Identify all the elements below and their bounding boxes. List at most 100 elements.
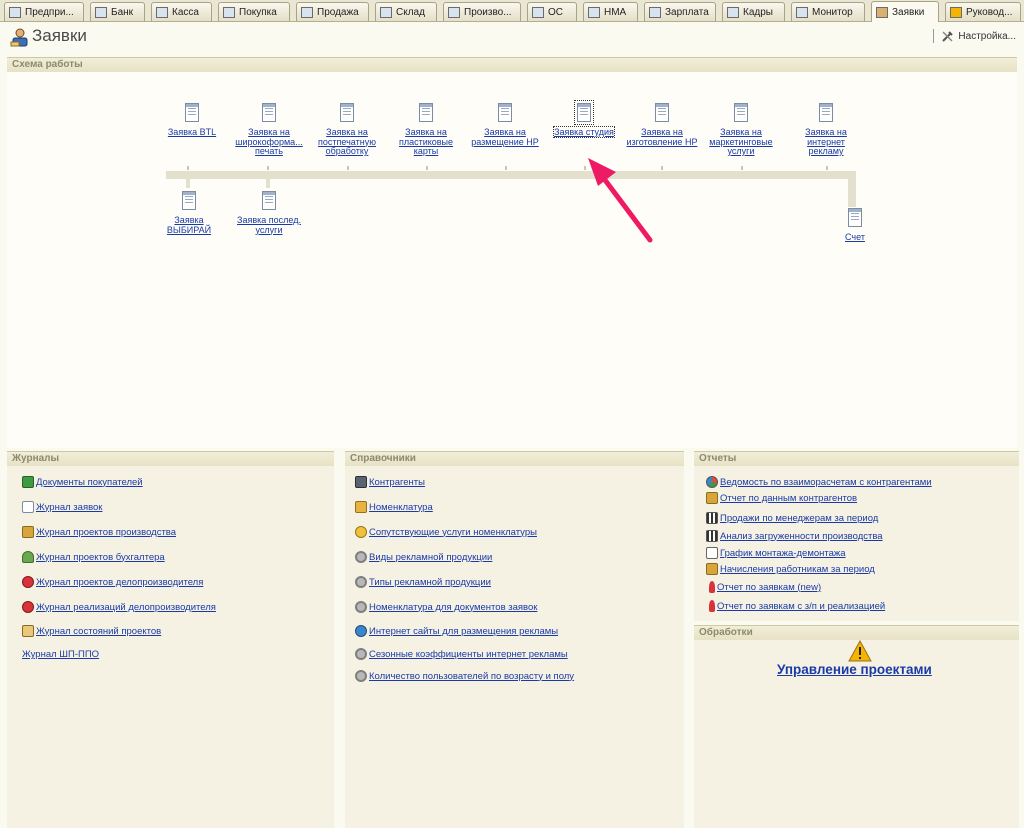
warning-icon	[848, 640, 872, 662]
document-icon	[419, 103, 433, 122]
tab-warehouse[interactable]: Склад	[375, 2, 437, 21]
warning-icon	[950, 6, 962, 18]
reference-item-ad-sites[interactable]: Интернет сайты для размещения рекламы	[355, 625, 558, 637]
settings-button[interactable]: Настройка...	[933, 29, 1016, 43]
gear-icon	[355, 551, 367, 563]
scheme-node-followup[interactable]: Заявка послед. услуги	[233, 191, 305, 235]
intangible-assets-icon	[588, 6, 600, 18]
flow-tick	[347, 166, 349, 170]
reference-item-request-nomenclature[interactable]: Номенклатура для документов заявок	[355, 601, 537, 613]
project-management-link[interactable]: Управление проектами	[777, 662, 932, 677]
gear-icon	[355, 601, 367, 613]
red-figure-icon	[22, 576, 34, 588]
tab-requests[interactable]: Заявки	[871, 1, 939, 22]
reports-panel-title: Отчеты	[694, 451, 1019, 466]
gear-icon	[355, 576, 367, 588]
references-panel	[345, 466, 684, 828]
report-item-counterparty-data[interactable]: Отчет по данным контрагентов	[706, 492, 857, 504]
scheme-node-internet-ads[interactable]: Заявка на интернет рекламу	[790, 103, 862, 157]
globe-icon	[355, 625, 367, 637]
scheme-node-placement[interactable]: Заявка на размещение НР	[469, 103, 541, 147]
document-icon	[262, 191, 276, 210]
warning-icon	[709, 581, 715, 593]
warehouse-icon	[380, 6, 392, 18]
flow-line-down	[848, 171, 856, 207]
scheme-node-plastic-cards[interactable]: Заявка на пластиковые карты	[390, 103, 462, 157]
box-icon	[355, 501, 367, 513]
tab-enterprise[interactable]: Предпри...	[4, 2, 84, 21]
pie-icon	[706, 476, 718, 488]
report-item-requests-new[interactable]: Отчет по заявкам (new)	[709, 581, 821, 593]
report-item-production-load[interactable]: Анализ загруженности производства	[706, 530, 883, 542]
scheme-node-manufacturing[interactable]: Заявка на изготовление НР	[626, 103, 698, 147]
flow-tick	[661, 166, 663, 170]
scheme-node-marketing[interactable]: Заявка на маркетинговые услуги	[705, 103, 777, 157]
scheme-node-vybirai[interactable]: Заявка ВЫБИРАЙ	[153, 191, 225, 235]
document-icon	[819, 103, 833, 122]
folder-icon	[706, 563, 718, 575]
flow-tick	[426, 166, 428, 170]
references-panel-title: Справочники	[345, 451, 684, 466]
reference-item-users-by-age[interactable]: Количество пользователей по возрасту и п…	[355, 670, 574, 682]
enterprise-icon	[9, 6, 21, 18]
report-item-settlements[interactable]: Ведомость по взаиморасчетам с контрагент…	[706, 476, 932, 488]
document-icon	[848, 208, 862, 227]
document-icon	[498, 103, 512, 122]
scheme-node-post-print[interactable]: Заявка на постпечатную обработку	[311, 103, 383, 157]
scheme-node-invoice[interactable]: Счет	[819, 208, 891, 243]
folder-icon	[22, 526, 34, 538]
tab-cash[interactable]: Касса	[151, 2, 212, 21]
separator	[933, 29, 935, 43]
document-icon	[22, 501, 34, 513]
purchase-icon	[223, 6, 235, 18]
requests-icon	[876, 6, 888, 18]
scheme-node-btl[interactable]: Заявка BTL	[156, 103, 228, 138]
status-icon	[22, 625, 34, 637]
report-item-mounting-schedule[interactable]: График монтажа-демонтажа	[706, 547, 846, 559]
document-icon	[655, 103, 669, 122]
gold-icon	[355, 526, 367, 538]
report-item-employee-accruals[interactable]: Начисления работникам за период	[706, 563, 875, 575]
document-icon	[340, 103, 354, 122]
tab-personnel[interactable]: Кадры	[722, 2, 785, 21]
journal-item-shp-ppo[interactable]: Журнал ШП-ППО	[22, 649, 99, 660]
gear-icon	[355, 648, 367, 660]
production-icon	[448, 6, 460, 18]
reference-item-ad-kinds[interactable]: Виды рекламной продукции	[355, 551, 492, 563]
journal-item-accountant-projects[interactable]: Журнал проектов бухгалтера	[22, 551, 165, 563]
tab-intangible-assets[interactable]: НМА	[583, 2, 638, 21]
flow-connector	[186, 178, 190, 188]
settings-label: Настройка...	[958, 30, 1016, 42]
tab-production[interactable]: Произво...	[443, 2, 521, 21]
reference-item-nomenclature[interactable]: Номенклатура	[355, 501, 433, 513]
tab-purchase[interactable]: Покупка	[218, 2, 290, 21]
tab-management[interactable]: Руковод...	[945, 2, 1021, 21]
tools-icon	[942, 30, 954, 42]
reference-item-counterparties[interactable]: Контрагенты	[355, 476, 425, 488]
flow-tick	[741, 166, 743, 170]
report-item-requests-salary[interactable]: Отчет по заявкам с з/п и реализацией	[709, 600, 885, 612]
reference-item-seasonal-coefficients[interactable]: Сезонные коэффициенты интернет рекламы	[355, 648, 568, 660]
tab-fixed-assets[interactable]: ОС	[527, 2, 577, 21]
tab-salary[interactable]: Зарплата	[644, 2, 716, 21]
reference-item-ad-types[interactable]: Типы рекламной продукции	[355, 576, 491, 588]
scheme-node-studio[interactable]: Заявка студия	[548, 100, 620, 138]
annotation-arrow-icon	[588, 158, 653, 243]
document-icon	[185, 103, 199, 122]
graph-icon	[706, 547, 718, 559]
scheme-node-wide-format-print[interactable]: Заявка на широкоформа... печать	[233, 103, 305, 157]
journal-item-production-projects[interactable]: Журнал проектов производства	[22, 526, 176, 538]
journal-item-clerk-sales[interactable]: Журнал реализаций делопроизводителя	[22, 601, 216, 613]
tab-sales[interactable]: Продажа	[296, 2, 369, 21]
journal-item-customer-documents[interactable]: Документы покупателей	[22, 476, 143, 488]
bar-chart-icon	[706, 512, 718, 524]
report-item-sales-by-manager[interactable]: Продажи по менеджерам за период	[706, 512, 878, 524]
tab-monitor[interactable]: Монитор	[791, 2, 865, 21]
journal-item-requests[interactable]: Журнал заявок	[22, 501, 102, 513]
reference-item-related-services[interactable]: Сопутствующие услуги номенклатуры	[355, 526, 537, 538]
journal-item-clerk-projects[interactable]: Журнал проектов делопроизводителя	[22, 576, 203, 588]
journals-panel-title: Журналы	[7, 451, 334, 466]
journal-item-project-states[interactable]: Журнал состояний проектов	[22, 625, 161, 637]
tab-bank[interactable]: Банк	[90, 2, 145, 21]
fixed-assets-icon	[532, 6, 544, 18]
